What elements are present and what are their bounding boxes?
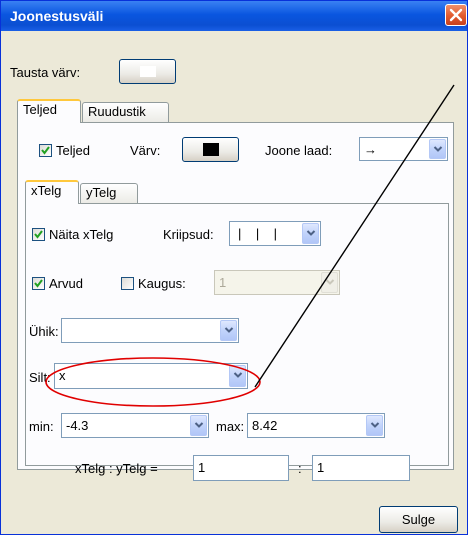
min-value: -4.3 xyxy=(66,418,89,433)
label-dropdown[interactable]: x xyxy=(54,363,248,389)
chevron-down-icon[interactable] xyxy=(229,365,246,387)
chevron-down-icon[interactable] xyxy=(220,320,237,341)
ticks-label: Kriipsud: xyxy=(163,227,214,242)
distance-dropdown[interactable]: 1 xyxy=(214,270,340,295)
axes-checkbox-label: Teljed xyxy=(56,143,90,158)
chevron-down-icon[interactable] xyxy=(302,223,319,244)
unit-label: Ühik: xyxy=(29,324,59,339)
checkmark-icon xyxy=(41,146,50,155)
ratio-separator: : xyxy=(298,461,302,476)
axis-color-button[interactable] xyxy=(182,137,239,162)
axes-checkbox[interactable] xyxy=(39,144,52,157)
distance-label: Kaugus: xyxy=(138,276,186,291)
numbers-checkbox[interactable] xyxy=(32,277,45,290)
axes-tab-panel: Teljed Värv: Joone laad: → xTelg yTelg N xyxy=(17,122,454,470)
label-label: Silt: xyxy=(29,370,51,385)
min-dropdown[interactable]: -4.3 xyxy=(61,413,209,438)
ratio-label: xTelg : yTelg = xyxy=(75,461,158,476)
ticks-dropdown[interactable]: | | | xyxy=(229,221,321,246)
chevron-down-icon[interactable] xyxy=(190,415,207,436)
chevron-down-icon[interactable] xyxy=(321,272,338,293)
xaxis-tab-panel: Näita xTelg Kriipsud: | | | Arvud Kaugus… xyxy=(25,203,449,466)
ratio-x-field[interactable]: 1 xyxy=(193,455,289,481)
distance-checkbox[interactable] xyxy=(121,277,134,290)
tab-ytelg[interactable]: yTelg xyxy=(80,183,138,203)
checkmark-icon xyxy=(34,279,43,288)
unit-dropdown[interactable] xyxy=(61,318,239,343)
line-style-value: → xyxy=(364,142,377,157)
max-label: max: xyxy=(216,419,245,434)
max-dropdown[interactable]: 8.42 xyxy=(247,413,385,438)
window-title: Joonestusväli xyxy=(10,8,104,24)
show-xaxis-label: Näita xTelg xyxy=(49,227,114,242)
close-icon xyxy=(449,8,463,22)
ratio-y-field[interactable]: 1 xyxy=(312,455,410,481)
min-label: min: xyxy=(29,419,54,434)
tab-teljed[interactable]: Teljed xyxy=(17,99,81,123)
close-button[interactable]: Sulge xyxy=(379,506,458,533)
background-color-swatch xyxy=(140,66,156,77)
ticks-value: | | | xyxy=(238,226,278,241)
tab-xtelg[interactable]: xTelg xyxy=(25,180,79,204)
title-bar[interactable]: Joonestusväli xyxy=(1,1,467,31)
numbers-label: Arvud xyxy=(49,276,83,291)
axis-color-label: Värv: xyxy=(130,143,161,158)
ratio-x-value: 1 xyxy=(198,460,206,475)
ratio-y-value: 1 xyxy=(317,460,325,475)
background-color-label: Tausta värv: xyxy=(10,65,81,80)
line-style-dropdown[interactable]: → xyxy=(359,137,448,161)
distance-value: 1 xyxy=(219,275,227,290)
chevron-down-icon[interactable] xyxy=(366,415,383,436)
max-value: 8.42 xyxy=(252,418,278,433)
checkmark-icon xyxy=(34,230,43,239)
tab-ruudustik[interactable]: Ruudustik xyxy=(82,102,169,122)
label-value: x xyxy=(59,368,66,383)
dialog-body: Tausta värv: Teljed Ruudustik Teljed Vär… xyxy=(7,31,461,533)
show-xaxis-checkbox[interactable] xyxy=(32,228,45,241)
axis-color-swatch xyxy=(203,143,219,156)
background-color-button[interactable] xyxy=(119,59,176,84)
close-window-button[interactable] xyxy=(445,4,467,26)
dialog-window: Joonestusväli Tausta värv: Teljed Ruudus… xyxy=(0,0,468,535)
chevron-down-icon[interactable] xyxy=(429,139,446,159)
line-style-label: Joone laad: xyxy=(265,143,333,158)
